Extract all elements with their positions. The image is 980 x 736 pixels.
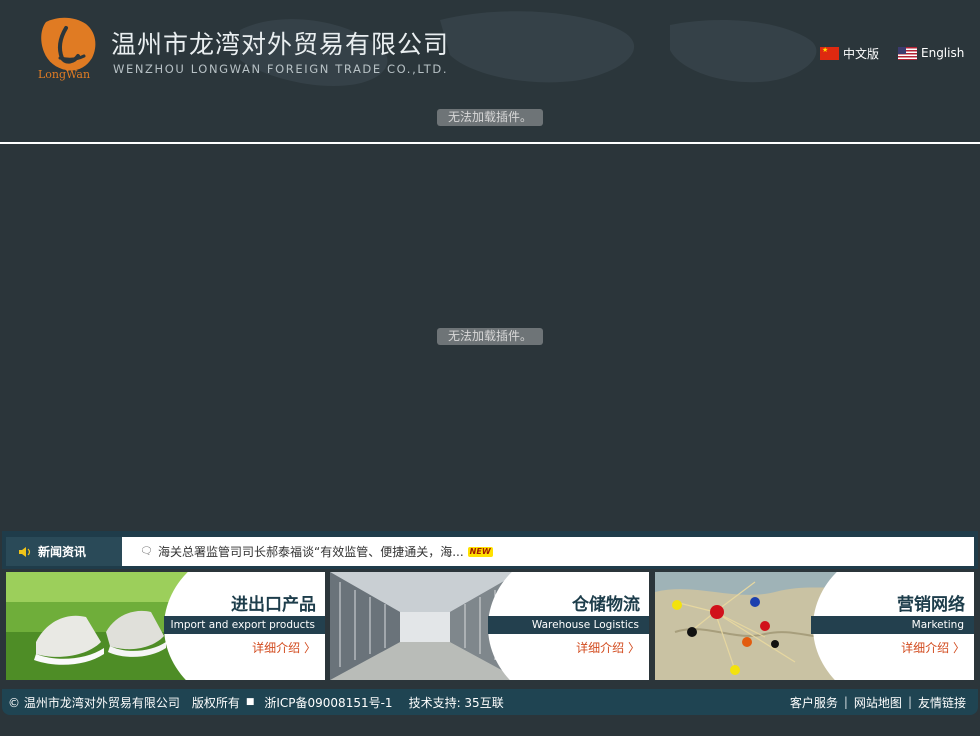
plugin-error-header: 无法加载插件。 xyxy=(437,109,543,126)
company-name-cn: 温州市龙湾对外贸易有限公司 xyxy=(111,30,450,59)
panel-more-import-export[interactable]: 详细介绍 〉 xyxy=(252,639,316,656)
logo-text: LongWan xyxy=(38,68,91,81)
news-item-link[interactable]: 海关总署监管司司长郝泰福谈“有效监管、便捷通关，海... xyxy=(158,543,464,560)
news-label-text: 新闻资讯 xyxy=(38,545,87,559)
panel-title-warehouse-logistics: 仓储物流 xyxy=(572,595,640,615)
footer-separator: | xyxy=(907,695,912,709)
language-label-chinese: 中文版 xyxy=(843,46,880,61)
speaker-icon xyxy=(19,546,31,557)
speech-bubble-icon: 🗨 xyxy=(140,545,153,557)
plugin-error-banner: 无法加载插件。 xyxy=(437,328,543,345)
panel-marketing[interactable]: 营销网络 Marketing 详细介绍 〉 xyxy=(655,572,974,680)
footer-support: 技术支持: 35互联 xyxy=(408,695,504,710)
footer-separator: | xyxy=(843,695,848,709)
language-link-chinese[interactable]: 中文版 xyxy=(820,45,879,61)
footer-copyright: © 温州市龙湾对外贸易有限公司 xyxy=(8,695,180,710)
panel-import-export[interactable]: 进出口产品 Import and export products 详细介绍 〉 xyxy=(6,572,325,680)
panel-more-warehouse-logistics[interactable]: 详细介绍 〉 xyxy=(576,639,640,656)
language-link-english[interactable]: English xyxy=(898,45,964,61)
footer-link-friendly-links[interactable]: 友情链接 xyxy=(918,694,966,711)
footer-icp[interactable]: 浙ICP备09008151号-1 xyxy=(264,694,392,711)
footer-link-sitemap[interactable]: 网站地图 xyxy=(854,694,902,711)
footer: © 温州市龙湾对外贸易有限公司 版权所有 ■ 浙ICP备09008151号-1 … xyxy=(2,689,978,715)
panel-subtitle-marketing: Marketing xyxy=(811,616,974,634)
news-label: 新闻资讯 xyxy=(6,537,136,566)
us-flag-icon xyxy=(898,46,917,60)
header: LongWan 温州市龙湾对外贸易有限公司 WENZHOU LONGWAN FO… xyxy=(0,0,980,142)
square-icon: ■ xyxy=(245,697,255,707)
feature-panels: 进出口产品 Import and export products 详细介绍 〉 … xyxy=(6,572,974,680)
header-divider xyxy=(0,142,980,144)
panel-subtitle-warehouse-logistics: Warehouse Logistics xyxy=(488,616,649,634)
footer-link-customer-service[interactable]: 客户服务 xyxy=(790,694,838,711)
panel-title-import-export: 进出口产品 xyxy=(231,595,316,615)
panel-subtitle-import-export: Import and export products xyxy=(164,616,325,634)
language-label-english: English xyxy=(921,46,965,60)
panel-more-marketing[interactable]: 详细介绍 〉 xyxy=(901,639,965,656)
new-badge: NEW xyxy=(467,546,493,557)
news-ticker: 🗨 海关总署监管司司长郝泰福谈“有效监管、便捷通关，海... NEW xyxy=(122,537,974,566)
company-name-en: WENZHOU LONGWAN FOREIGN TRADE CO.,LTD. xyxy=(113,62,449,76)
footer-links: 客户服务 | 网站地图 | 友情链接 xyxy=(790,689,966,715)
footer-rights: 版权所有 xyxy=(191,695,240,710)
panel-warehouse-logistics[interactable]: 仓储物流 Warehouse Logistics 详细介绍 〉 xyxy=(330,572,649,680)
china-flag-icon xyxy=(820,46,839,60)
panel-title-marketing: 营销网络 xyxy=(897,595,965,615)
